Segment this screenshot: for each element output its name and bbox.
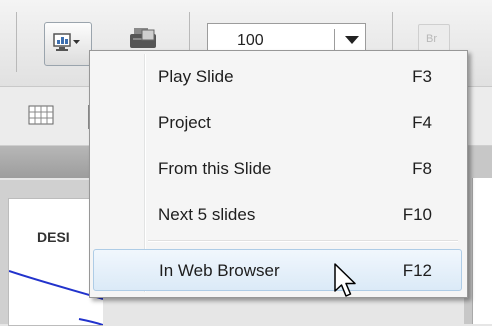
canvas-label: DESI [37, 229, 70, 245]
preview-monitor-icon [53, 33, 80, 51]
chevron-down-icon [73, 40, 80, 44]
right-panel [472, 178, 492, 324]
menu-item-label: Play Slide [158, 67, 234, 86]
bridge-label: Br [426, 33, 437, 45]
preview-button[interactable] [44, 22, 92, 66]
menu-item-in-web-browser[interactable]: In Web Browser F12 [93, 249, 462, 291]
menu-item-label: Project [158, 113, 211, 132]
chevron-down-icon[interactable] [345, 36, 359, 44]
zoom-value: 100 [237, 32, 264, 49]
menu-item-shortcut: F4 [412, 113, 432, 132]
menu-item-shortcut: F8 [412, 159, 432, 178]
menu-item-shortcut: F12 [402, 261, 432, 280]
menu-item-label: In Web Browser [159, 261, 280, 280]
menu-item-shortcut: F3 [412, 67, 432, 86]
menu-item-label: Next 5 slides [158, 205, 256, 224]
menu-item-from-this-slide[interactable]: From this Slide F8 [93, 149, 462, 187]
preview-menu: Play Slide F3 Project F4 From this Slide… [89, 50, 468, 298]
grid-icon[interactable] [28, 105, 54, 125]
menu-item-next-5-slides[interactable]: Next 5 slides F10 [93, 195, 462, 233]
menu-separator [148, 241, 458, 242]
menu-item-project[interactable]: Project F4 [93, 103, 462, 141]
menu-item-label: From this Slide [158, 159, 272, 178]
publish-icon[interactable] [130, 26, 162, 50]
menu-item-play-slide[interactable]: Play Slide F3 [93, 57, 462, 95]
mouse-pointer-icon [334, 263, 356, 297]
toolbar-separator [16, 12, 17, 72]
menu-item-shortcut: F10 [402, 205, 432, 224]
